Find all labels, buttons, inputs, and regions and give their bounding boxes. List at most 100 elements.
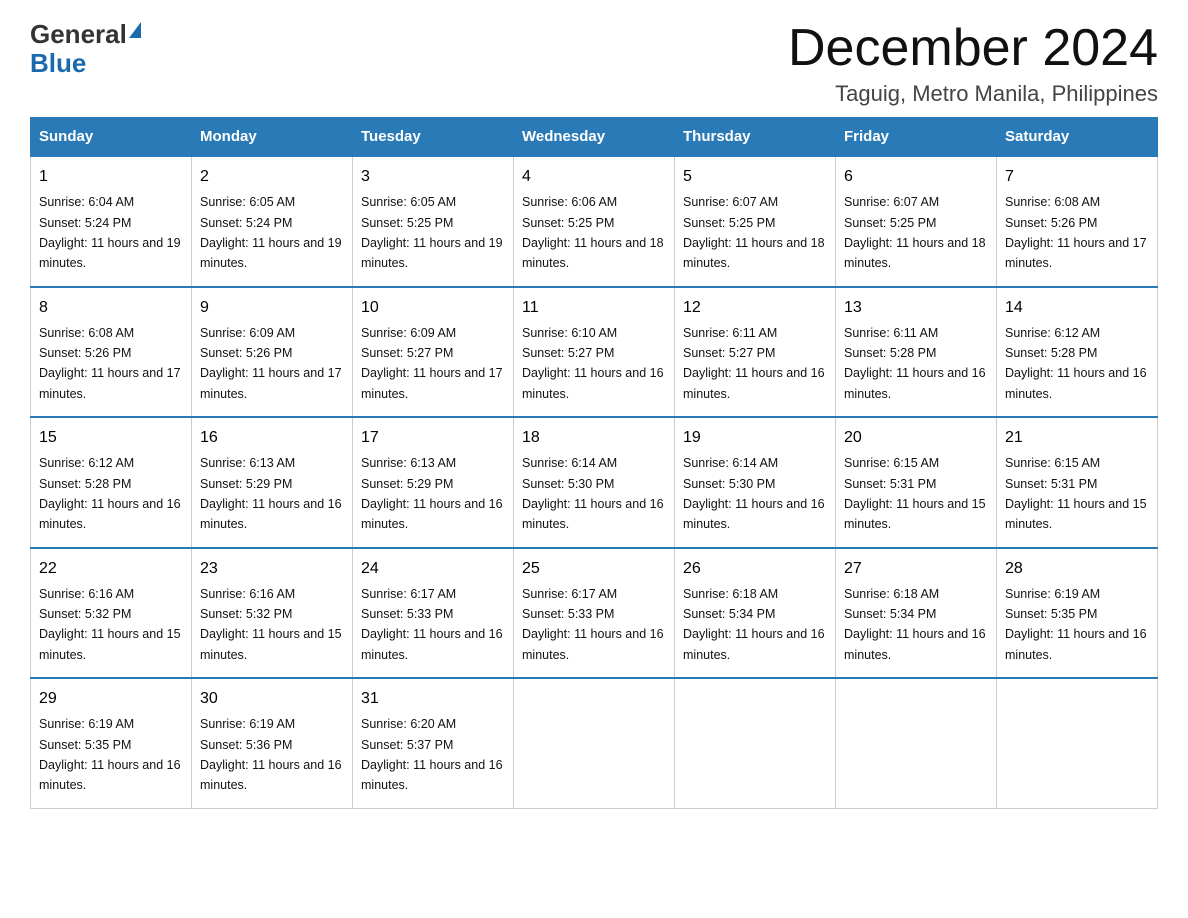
page-header: General Blue December 2024 Taguig, Metro…	[30, 20, 1158, 107]
day-number: 28	[1005, 557, 1149, 581]
day-info: Sunrise: 6:14 AMSunset: 5:30 PMDaylight:…	[522, 456, 664, 531]
day-info: Sunrise: 6:16 AMSunset: 5:32 PMDaylight:…	[200, 587, 342, 662]
day-number: 3	[361, 165, 505, 189]
table-row: 4 Sunrise: 6:06 AMSunset: 5:25 PMDayligh…	[514, 156, 675, 287]
day-info: Sunrise: 6:04 AMSunset: 5:24 PMDaylight:…	[39, 195, 181, 270]
calendar-week-5: 29 Sunrise: 6:19 AMSunset: 5:35 PMDaylig…	[31, 678, 1158, 808]
day-info: Sunrise: 6:18 AMSunset: 5:34 PMDaylight:…	[844, 587, 986, 662]
calendar-week-2: 8 Sunrise: 6:08 AMSunset: 5:26 PMDayligh…	[31, 287, 1158, 418]
day-info: Sunrise: 6:05 AMSunset: 5:25 PMDaylight:…	[361, 195, 503, 270]
table-row: 18 Sunrise: 6:14 AMSunset: 5:30 PMDaylig…	[514, 417, 675, 548]
table-row: 27 Sunrise: 6:18 AMSunset: 5:34 PMDaylig…	[836, 548, 997, 679]
table-row: 6 Sunrise: 6:07 AMSunset: 5:25 PMDayligh…	[836, 156, 997, 287]
day-number: 4	[522, 165, 666, 189]
header-monday: Monday	[192, 118, 353, 157]
calendar-week-1: 1 Sunrise: 6:04 AMSunset: 5:24 PMDayligh…	[31, 156, 1158, 287]
day-number: 6	[844, 165, 988, 189]
calendar-header-row: Sunday Monday Tuesday Wednesday Thursday…	[31, 118, 1158, 157]
day-number: 16	[200, 426, 344, 450]
day-number: 9	[200, 296, 344, 320]
day-info: Sunrise: 6:07 AMSunset: 5:25 PMDaylight:…	[683, 195, 825, 270]
day-number: 27	[844, 557, 988, 581]
day-number: 20	[844, 426, 988, 450]
header-friday: Friday	[836, 118, 997, 157]
day-number: 15	[39, 426, 183, 450]
header-saturday: Saturday	[997, 118, 1158, 157]
day-info: Sunrise: 6:09 AMSunset: 5:27 PMDaylight:…	[361, 326, 503, 401]
table-row: 16 Sunrise: 6:13 AMSunset: 5:29 PMDaylig…	[192, 417, 353, 548]
day-number: 26	[683, 557, 827, 581]
day-info: Sunrise: 6:12 AMSunset: 5:28 PMDaylight:…	[1005, 326, 1147, 401]
logo-general-text: General	[30, 20, 127, 49]
table-row: 13 Sunrise: 6:11 AMSunset: 5:28 PMDaylig…	[836, 287, 997, 418]
day-number: 24	[361, 557, 505, 581]
day-info: Sunrise: 6:15 AMSunset: 5:31 PMDaylight:…	[844, 456, 986, 531]
day-number: 1	[39, 165, 183, 189]
calendar-title: December 2024	[788, 20, 1158, 77]
calendar-week-3: 15 Sunrise: 6:12 AMSunset: 5:28 PMDaylig…	[31, 417, 1158, 548]
day-info: Sunrise: 6:14 AMSunset: 5:30 PMDaylight:…	[683, 456, 825, 531]
table-row: 30 Sunrise: 6:19 AMSunset: 5:36 PMDaylig…	[192, 678, 353, 808]
day-info: Sunrise: 6:15 AMSunset: 5:31 PMDaylight:…	[1005, 456, 1147, 531]
day-number: 17	[361, 426, 505, 450]
day-number: 23	[200, 557, 344, 581]
table-row: 19 Sunrise: 6:14 AMSunset: 5:30 PMDaylig…	[675, 417, 836, 548]
table-row	[514, 678, 675, 808]
day-number: 13	[844, 296, 988, 320]
day-number: 8	[39, 296, 183, 320]
table-row: 24 Sunrise: 6:17 AMSunset: 5:33 PMDaylig…	[353, 548, 514, 679]
day-info: Sunrise: 6:11 AMSunset: 5:28 PMDaylight:…	[844, 326, 986, 401]
table-row	[675, 678, 836, 808]
day-info: Sunrise: 6:17 AMSunset: 5:33 PMDaylight:…	[522, 587, 664, 662]
table-row: 23 Sunrise: 6:16 AMSunset: 5:32 PMDaylig…	[192, 548, 353, 679]
table-row: 11 Sunrise: 6:10 AMSunset: 5:27 PMDaylig…	[514, 287, 675, 418]
logo-arrow-icon	[129, 22, 141, 38]
table-row: 21 Sunrise: 6:15 AMSunset: 5:31 PMDaylig…	[997, 417, 1158, 548]
logo-blue-text: Blue	[30, 49, 141, 78]
header-thursday: Thursday	[675, 118, 836, 157]
day-number: 21	[1005, 426, 1149, 450]
day-number: 11	[522, 296, 666, 320]
table-row: 14 Sunrise: 6:12 AMSunset: 5:28 PMDaylig…	[997, 287, 1158, 418]
day-number: 12	[683, 296, 827, 320]
table-row: 22 Sunrise: 6:16 AMSunset: 5:32 PMDaylig…	[31, 548, 192, 679]
day-number: 29	[39, 687, 183, 711]
day-number: 30	[200, 687, 344, 711]
day-info: Sunrise: 6:08 AMSunset: 5:26 PMDaylight:…	[1005, 195, 1147, 270]
day-info: Sunrise: 6:19 AMSunset: 5:35 PMDaylight:…	[1005, 587, 1147, 662]
table-row	[836, 678, 997, 808]
day-number: 31	[361, 687, 505, 711]
day-number: 14	[1005, 296, 1149, 320]
table-row: 2 Sunrise: 6:05 AMSunset: 5:24 PMDayligh…	[192, 156, 353, 287]
table-row: 31 Sunrise: 6:20 AMSunset: 5:37 PMDaylig…	[353, 678, 514, 808]
table-row: 9 Sunrise: 6:09 AMSunset: 5:26 PMDayligh…	[192, 287, 353, 418]
table-row: 20 Sunrise: 6:15 AMSunset: 5:31 PMDaylig…	[836, 417, 997, 548]
table-row: 17 Sunrise: 6:13 AMSunset: 5:29 PMDaylig…	[353, 417, 514, 548]
day-info: Sunrise: 6:10 AMSunset: 5:27 PMDaylight:…	[522, 326, 664, 401]
day-info: Sunrise: 6:11 AMSunset: 5:27 PMDaylight:…	[683, 326, 825, 401]
day-info: Sunrise: 6:08 AMSunset: 5:26 PMDaylight:…	[39, 326, 181, 401]
day-number: 18	[522, 426, 666, 450]
day-info: Sunrise: 6:16 AMSunset: 5:32 PMDaylight:…	[39, 587, 181, 662]
table-row: 3 Sunrise: 6:05 AMSunset: 5:25 PMDayligh…	[353, 156, 514, 287]
day-number: 10	[361, 296, 505, 320]
day-info: Sunrise: 6:05 AMSunset: 5:24 PMDaylight:…	[200, 195, 342, 270]
table-row: 5 Sunrise: 6:07 AMSunset: 5:25 PMDayligh…	[675, 156, 836, 287]
day-info: Sunrise: 6:13 AMSunset: 5:29 PMDaylight:…	[361, 456, 503, 531]
table-row: 25 Sunrise: 6:17 AMSunset: 5:33 PMDaylig…	[514, 548, 675, 679]
day-number: 19	[683, 426, 827, 450]
day-info: Sunrise: 6:07 AMSunset: 5:25 PMDaylight:…	[844, 195, 986, 270]
day-info: Sunrise: 6:17 AMSunset: 5:33 PMDaylight:…	[361, 587, 503, 662]
day-number: 25	[522, 557, 666, 581]
table-row	[997, 678, 1158, 808]
day-number: 2	[200, 165, 344, 189]
header-sunday: Sunday	[31, 118, 192, 157]
day-info: Sunrise: 6:18 AMSunset: 5:34 PMDaylight:…	[683, 587, 825, 662]
day-info: Sunrise: 6:13 AMSunset: 5:29 PMDaylight:…	[200, 456, 342, 531]
day-number: 5	[683, 165, 827, 189]
day-info: Sunrise: 6:06 AMSunset: 5:25 PMDaylight:…	[522, 195, 664, 270]
header-wednesday: Wednesday	[514, 118, 675, 157]
calendar-week-4: 22 Sunrise: 6:16 AMSunset: 5:32 PMDaylig…	[31, 548, 1158, 679]
header-tuesday: Tuesday	[353, 118, 514, 157]
table-row: 26 Sunrise: 6:18 AMSunset: 5:34 PMDaylig…	[675, 548, 836, 679]
